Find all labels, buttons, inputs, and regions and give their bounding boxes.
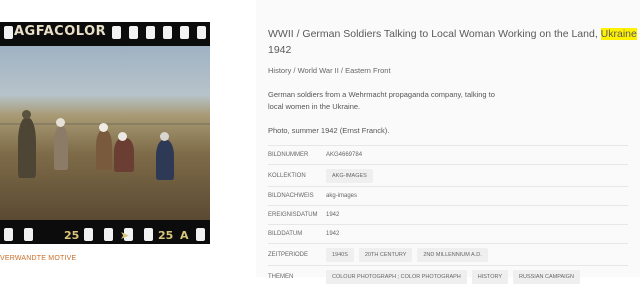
period-tag[interactable]: 2ND MILLENNIUM A.D. (417, 247, 488, 262)
film-brand-text: AGFACOLOR (14, 24, 107, 39)
sprocket-hole (196, 228, 205, 241)
figure-head (99, 123, 108, 132)
woman-figure (114, 138, 134, 172)
woman-figure (96, 130, 112, 170)
arrow-right-icon: ➤ (120, 229, 130, 242)
sprocket-hole (104, 228, 113, 241)
sprocket-hole (112, 26, 121, 39)
sprocket-hole (84, 228, 93, 241)
meta-label: ZEITPERIODE (268, 251, 309, 258)
meta-row-kollektion: KOLLEKTION AKG-IMAGES (268, 164, 628, 186)
sprocket-hole (24, 228, 33, 241)
meta-label: EREIGNISDATUM (268, 212, 318, 218)
figure-head (56, 118, 65, 127)
figure-head (160, 132, 169, 141)
meta-row-themen: THEMEN COLOUR PHOTOGRAPH ; COLOR PHOTOGR… (268, 265, 628, 287)
sprocket-hole (180, 26, 189, 39)
meta-row-bildnachweis: BILDNACHWEIS akg-images (268, 186, 628, 205)
figure-head (118, 132, 127, 141)
photo-credit: Photo, summer 1942 (Ernst Franck). (268, 126, 390, 135)
meta-value: 1942 (326, 231, 340, 237)
meta-label: KOLLEKTION (268, 172, 306, 179)
frame-letter: A (180, 229, 189, 242)
meta-value: AKG4669784 (326, 152, 363, 158)
sprocket-hole (146, 26, 155, 39)
sprocket-strip-top: AGFACOLOR (0, 22, 210, 42)
meta-label: BILDNACHWEIS (268, 193, 314, 199)
description: German soldiers from a Wehrmacht propaga… (268, 90, 495, 111)
sprocket-hole (144, 228, 153, 241)
page-title: WWII / German Soldiers Talking to Local … (268, 26, 640, 58)
title-text: WWII / German Soldiers Talking to Local … (268, 28, 598, 40)
sprocket-hole (4, 228, 13, 241)
meta-row-bilddatum: BILDDATUM 1942 (268, 224, 628, 243)
period-tag[interactable]: 20TH CENTURY (358, 247, 413, 262)
meta-value: 1942 (326, 212, 340, 218)
sprocket-hole (129, 26, 138, 39)
meta-row-ereignisdatum: EREIGNISDATUM 1942 (268, 205, 628, 224)
sprocket-hole (197, 26, 206, 39)
sprocket-hole (4, 26, 13, 39)
frame-number-right: 25 (158, 229, 174, 242)
figure-head (22, 110, 31, 119)
historical-photo (0, 46, 210, 220)
meta-value: akg-images (326, 193, 358, 199)
breadcrumb[interactable]: History / World War II / Eastern Front (268, 66, 391, 75)
sprocket-hole (163, 26, 172, 39)
soldier-figure (18, 118, 36, 178)
meta-row-bildnummer: BILDNUMMER AKG4669784 (268, 145, 628, 164)
title-year: 1942 (268, 44, 292, 56)
metadata-table: BILDNUMMER AKG4669784 KOLLEKTION AKG-IMA… (268, 145, 628, 287)
woman-figure (156, 140, 174, 180)
meta-row-zeitperiode: ZEITPERIODE 1940S 20TH CENTURY 2ND MILLE… (268, 243, 628, 265)
woman-figure (54, 126, 68, 170)
details-pane: WWII / German Soldiers Talking to Local … (256, 0, 640, 284)
meta-label: BILDDATUM (268, 231, 303, 237)
related-motifs-link[interactable]: VERWANDTE MOTIVE (0, 255, 76, 262)
collection-tag[interactable]: AKG-IMAGES (326, 168, 373, 183)
period-tag[interactable]: 1940S (326, 247, 354, 262)
image-pane: AGFACOLOR 25 ➤ 25 A VERWANDTE MOTIVE (0, 0, 210, 277)
sprocket-strip-bottom: 25 ➤ 25 A (0, 224, 210, 244)
frame-number-left: 25 (64, 229, 80, 242)
meta-label: BILDNUMMER (268, 152, 309, 158)
photo-thumbnail[interactable]: AGFACOLOR 25 ➤ 25 A (0, 22, 210, 244)
title-highlight: Ukraine (600, 28, 637, 40)
